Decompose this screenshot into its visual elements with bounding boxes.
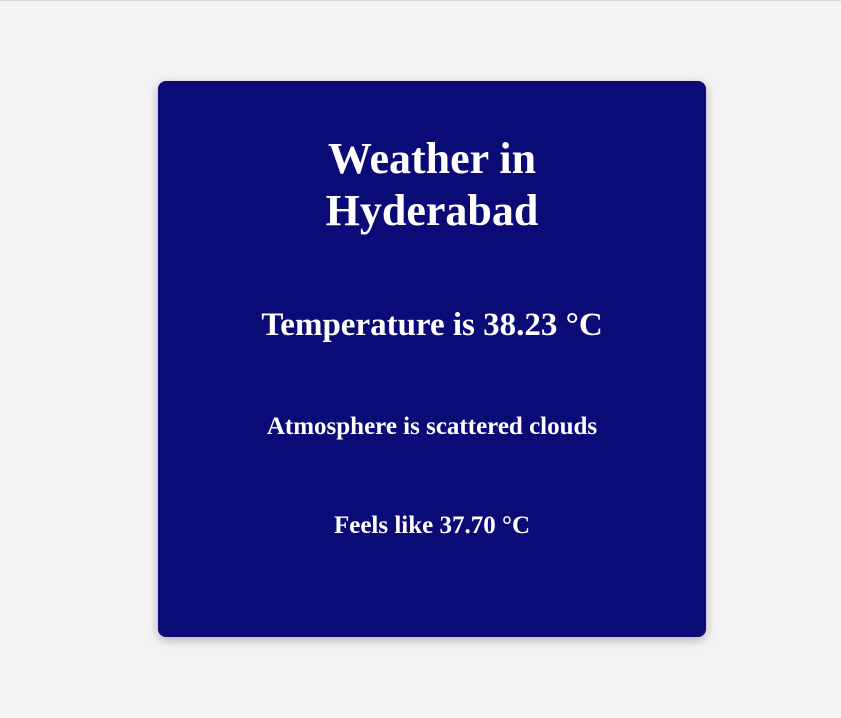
weather-title: Weather in Hyderabad: [325, 134, 539, 235]
weather-card: Weather in Hyderabad Temperature is 38.2…: [158, 81, 706, 637]
atmosphere-text: Atmosphere is scattered clouds: [266, 413, 598, 440]
feels-like-text: Feels like 37.70 °C: [333, 512, 531, 539]
temperature-text: Temperature is 38.23 °C: [261, 307, 603, 343]
